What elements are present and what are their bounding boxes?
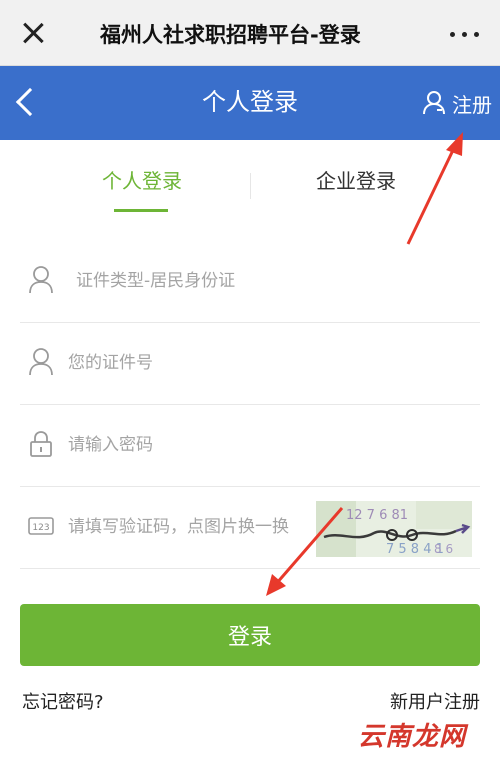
id-type-row xyxy=(20,241,480,323)
login-button[interactable]: 登录 xyxy=(20,604,480,666)
login-tabs: 个人登录 企业登录 xyxy=(0,140,500,220)
password-row xyxy=(20,405,480,487)
captcha-code-icon: 123 xyxy=(28,517,54,535)
wechat-top-bar: 福州人社求职招聘平台-登录 xyxy=(0,0,500,66)
more-dots-icon[interactable] xyxy=(450,32,480,38)
page-title: 福州人社求职招聘平台-登录 xyxy=(100,23,361,47)
register-label: 注册 xyxy=(452,92,492,117)
register-link[interactable]: 注册 xyxy=(422,88,492,118)
id-number-field[interactable] xyxy=(68,347,448,379)
lock-icon xyxy=(30,431,52,457)
captcha-icon-text: 123 xyxy=(32,523,49,533)
active-tab-indicator xyxy=(114,209,168,212)
captcha-image[interactable]: 12 7 6 81 7 5 8 4 1 8 6 xyxy=(316,501,472,557)
captcha-field[interactable] xyxy=(68,511,328,543)
user-icon xyxy=(423,91,445,115)
id-number-row xyxy=(20,323,480,405)
user-icon xyxy=(29,348,53,376)
tab-divider xyxy=(250,173,251,199)
close-icon[interactable] xyxy=(18,18,48,48)
user-icon xyxy=(29,266,53,294)
tab-personal-login[interactable]: 个人登录 xyxy=(102,166,182,196)
watermark-logo: 云南龙网 xyxy=(357,722,466,752)
tab-company-login[interactable]: 企业登录 xyxy=(316,166,396,196)
app-header: 个人登录 注册 xyxy=(0,66,500,140)
id-type-field[interactable] xyxy=(76,265,456,297)
svg-text:12 7 6 81: 12 7 6 81 xyxy=(346,508,408,523)
chevron-left-icon[interactable] xyxy=(6,80,46,126)
new-user-register-link[interactable]: 新用户注册 xyxy=(390,688,480,714)
captcha-row: 123 12 7 6 81 7 5 8 4 1 8 6 xyxy=(20,487,480,569)
header-title: 个人登录 xyxy=(202,88,298,116)
svg-text:8 6: 8 6 xyxy=(434,542,453,556)
forgot-password-link[interactable]: 忘记密码? xyxy=(22,688,104,714)
password-field[interactable] xyxy=(68,429,448,461)
